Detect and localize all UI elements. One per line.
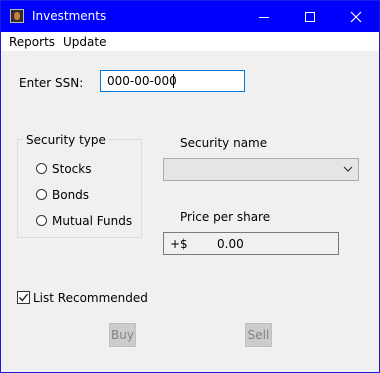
- radio-mutual-funds-label: Mutual Funds: [52, 214, 133, 228]
- maximize-icon: [305, 11, 315, 22]
- price-display: +$ 0.00: [163, 232, 339, 255]
- title-bar[interactable]: Investments: [1, 1, 379, 32]
- form-area: Enter SSN: Security type Stocks Bonds Mu…: [1, 51, 379, 372]
- chevron-down-icon: [343, 166, 353, 172]
- price-per-share-label: Price per share: [180, 210, 271, 224]
- list-recommended-label[interactable]: List Recommended: [33, 291, 148, 305]
- security-type-legend: Security type: [23, 133, 109, 147]
- security-name-dropdown[interactable]: [163, 158, 359, 181]
- menu-bar: Reports Update: [1, 32, 379, 51]
- menu-reports[interactable]: Reports: [9, 35, 55, 49]
- checkmark-icon: [18, 293, 29, 302]
- close-icon: [350, 11, 362, 22]
- price-prefix: +$: [170, 237, 188, 251]
- investments-window: Investments Reports Update Enter SSN: Se…: [0, 0, 380, 373]
- price-value: 0.00: [217, 237, 244, 251]
- radio-circle-icon: [36, 163, 47, 174]
- text-caret: [173, 74, 174, 88]
- close-button[interactable]: [333, 1, 379, 32]
- radio-circle-icon: [36, 189, 47, 200]
- app-icon: [10, 9, 24, 23]
- window-title: Investments: [32, 9, 107, 23]
- radio-circle-icon: [36, 215, 47, 226]
- security-name-label: Security name: [180, 136, 268, 150]
- minimize-icon: [259, 16, 269, 18]
- maximize-button[interactable]: [287, 1, 333, 32]
- buy-button[interactable]: Buy: [109, 323, 136, 347]
- menu-update[interactable]: Update: [63, 35, 106, 49]
- sell-button[interactable]: Sell: [245, 323, 272, 347]
- ssn-label: Enter SSN:: [19, 76, 84, 90]
- radio-stocks-label: Stocks: [52, 162, 92, 176]
- minimize-button[interactable]: [241, 1, 287, 32]
- list-recommended-checkbox[interactable]: [17, 291, 30, 304]
- radio-bonds-label: Bonds: [52, 188, 90, 202]
